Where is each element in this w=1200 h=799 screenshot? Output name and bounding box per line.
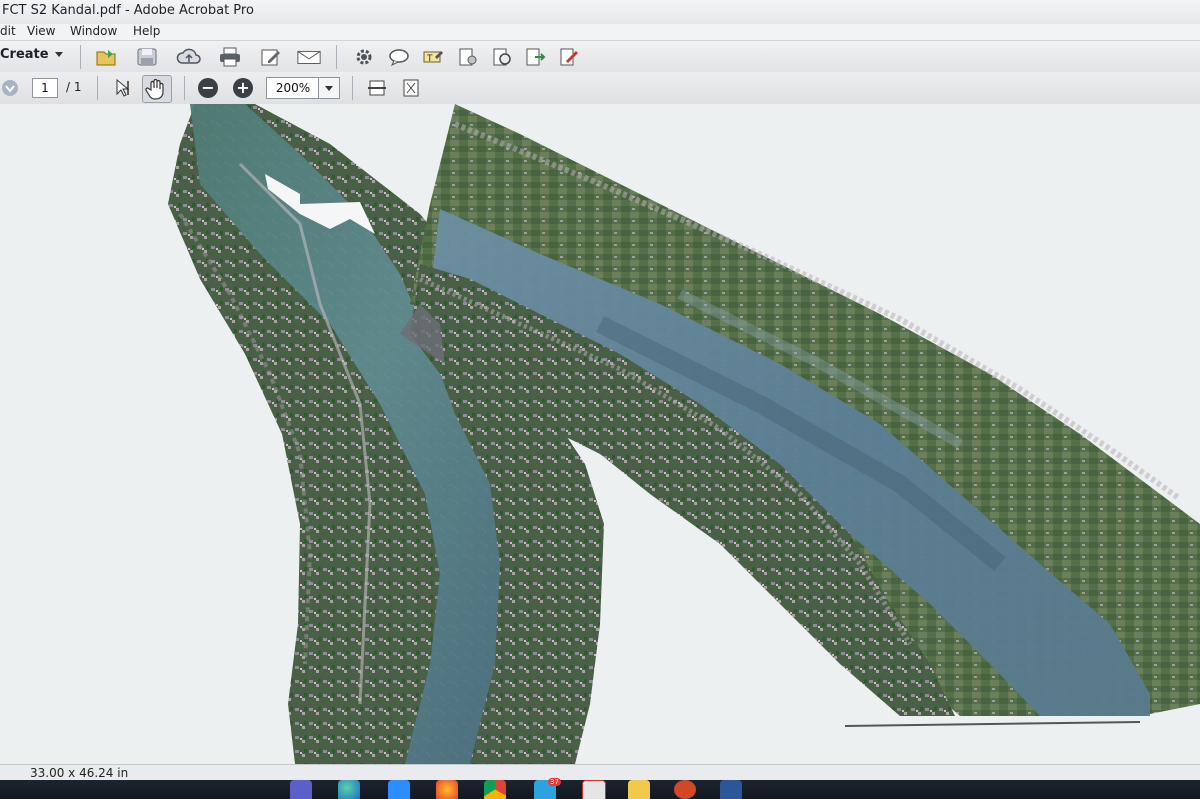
page-size-readout: 33.00 x 46.24 in xyxy=(30,766,129,780)
hand-tool-button[interactable] xyxy=(142,75,172,103)
screen: FCT S2 Kandal.pdf - Adobe Acrobat Pro di… xyxy=(0,0,1200,799)
hand-icon xyxy=(145,78,164,100)
toolbar-divider xyxy=(336,45,337,69)
attach-icon[interactable] xyxy=(455,46,481,68)
toolbar-divider xyxy=(80,45,81,69)
email-icon[interactable] xyxy=(296,46,322,68)
menu-edit[interactable]: dit xyxy=(0,24,16,38)
print-icon[interactable] xyxy=(217,46,243,68)
taskbar: 37 xyxy=(0,778,1200,799)
zoom-level-input[interactable]: 200% xyxy=(266,77,320,99)
page-total: / 1 xyxy=(66,80,82,94)
navigation-toolbar: 1 / 1 − + 200% xyxy=(0,72,1200,105)
security-icon[interactable] xyxy=(489,46,515,68)
aerial-map-image xyxy=(168,104,1200,764)
stamp-icon[interactable]: T xyxy=(420,46,446,68)
sign-icon[interactable] xyxy=(556,46,582,68)
export-icon[interactable] xyxy=(522,46,548,68)
next-page-icon[interactable] xyxy=(0,77,20,99)
window-title: FCT S2 Kandal.pdf - Adobe Acrobat Pro xyxy=(2,3,254,18)
chevron-down-icon xyxy=(54,52,63,57)
menu-view[interactable]: View xyxy=(27,24,55,38)
word-icon[interactable] xyxy=(720,780,742,799)
menu-window[interactable]: Window xyxy=(70,24,117,38)
status-bar: 33.00 x 46.24 in xyxy=(0,764,1200,781)
svg-text:T: T xyxy=(426,54,433,64)
create-button[interactable]: Create xyxy=(0,47,63,67)
save-icon[interactable] xyxy=(134,46,160,68)
document-view[interactable] xyxy=(0,104,1200,764)
cloud-upload-icon[interactable] xyxy=(176,46,202,68)
create-label: Create xyxy=(0,47,49,62)
zoom-out-icon[interactable]: − xyxy=(198,78,218,98)
zoom-icon[interactable] xyxy=(388,780,410,799)
comment-icon[interactable] xyxy=(386,46,412,68)
edit-icon[interactable] xyxy=(258,46,284,68)
fit-width-icon[interactable] xyxy=(364,77,390,99)
toolbar-divider xyxy=(184,76,185,100)
open-icon[interactable] xyxy=(94,46,120,68)
toolbar-divider xyxy=(97,76,98,100)
acrobat-icon[interactable] xyxy=(582,780,606,799)
select-cursor-icon[interactable] xyxy=(110,77,136,99)
zoom-in-icon[interactable]: + xyxy=(233,78,253,98)
powerpoint-icon[interactable] xyxy=(674,780,696,799)
telegram-icon[interactable]: 37 xyxy=(534,778,561,799)
file-explorer-icon[interactable] xyxy=(628,780,650,799)
teams-icon[interactable] xyxy=(290,780,312,799)
menu-bar: dit View Window Help xyxy=(0,24,1200,40)
edge-icon[interactable] xyxy=(338,780,360,799)
page-number-input[interactable]: 1 xyxy=(32,78,58,98)
settings-icon[interactable] xyxy=(351,46,377,68)
firefox-icon[interactable] xyxy=(436,780,458,799)
title-bar: FCT S2 Kandal.pdf - Adobe Acrobat Pro xyxy=(0,0,1200,25)
main-toolbar: Create T xyxy=(0,40,1200,74)
zoom-dropdown-button[interactable] xyxy=(318,77,340,99)
fit-page-icon[interactable] xyxy=(398,77,424,99)
menu-help[interactable]: Help xyxy=(133,24,160,38)
chrome-icon[interactable] xyxy=(484,780,506,799)
telegram-badge: 37 xyxy=(548,778,561,786)
toolbar-divider xyxy=(352,76,353,100)
